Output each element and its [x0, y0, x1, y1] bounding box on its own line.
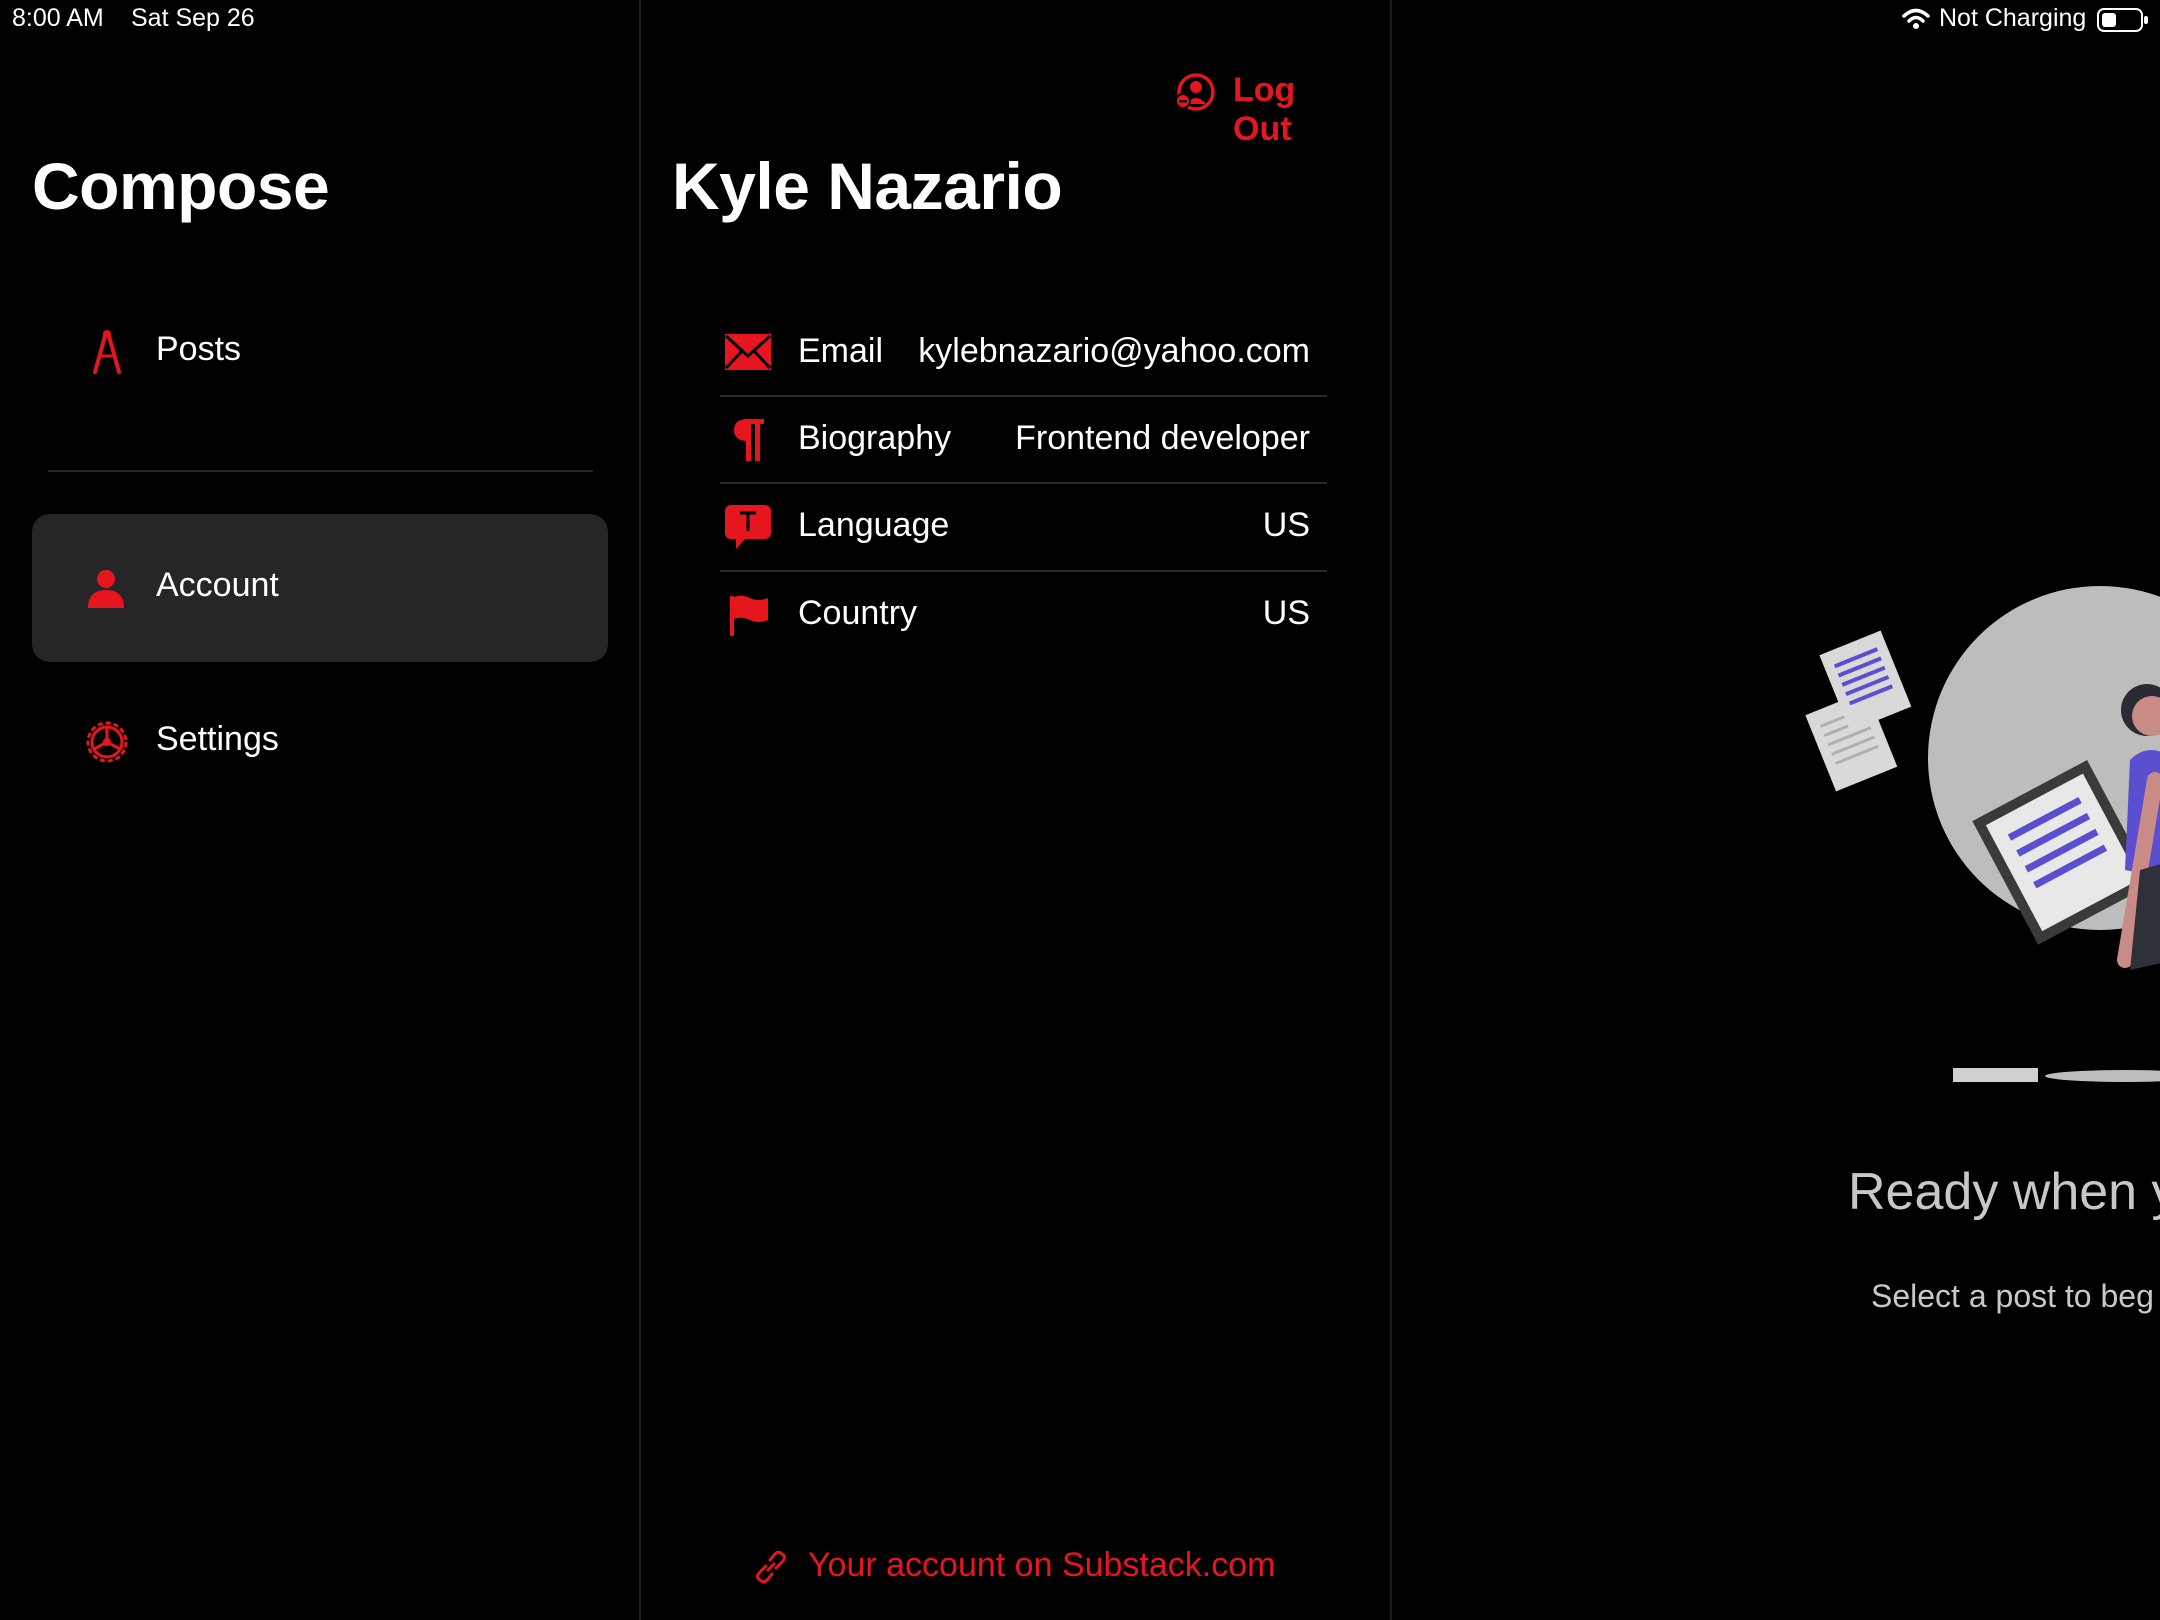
sidebar-item-account[interactable]: Account — [32, 514, 608, 662]
substack-link-label: Your account on Substack.com — [808, 1546, 1276, 1584]
account-row-country[interactable]: Country US — [720, 572, 1327, 658]
status-time: 8:00 AM — [12, 4, 104, 32]
person-icon — [86, 568, 126, 608]
link-icon — [752, 1548, 790, 1586]
column-divider — [639, 0, 641, 1620]
account-row-language[interactable]: Language US — [720, 484, 1327, 570]
sidebar-title: Compose — [32, 149, 330, 223]
logout-label: Log Out — [1233, 71, 1296, 148]
status-date: Sat Sep 26 — [131, 4, 255, 32]
wifi-icon — [1902, 6, 1930, 32]
account-row-biography[interactable]: Biography Frontend developer — [720, 397, 1327, 483]
battery-status-text: Not Charging — [1939, 4, 2087, 32]
gear-icon — [83, 718, 131, 766]
row-label: Country — [798, 594, 918, 632]
row-value: US — [1262, 594, 1310, 632]
row-value: Frontend developer — [1015, 419, 1310, 457]
compass-icon — [90, 328, 124, 374]
text-bubble-icon — [724, 504, 772, 550]
row-value: US — [1262, 506, 1310, 544]
substack-account-link[interactable]: Your account on Substack.com — [750, 1544, 1290, 1590]
sidebar-item-label: Settings — [156, 720, 279, 758]
sidebar-item-settings[interactable]: Settings — [32, 668, 608, 816]
logout-button[interactable]: Log Out — [1172, 68, 1362, 148]
row-label: Biography — [798, 419, 952, 457]
row-label: Email — [798, 332, 884, 370]
sidebar-item-posts[interactable]: Posts — [32, 278, 608, 426]
row-label: Language — [798, 506, 950, 544]
row-value: kylebnazario@yahoo.com — [918, 332, 1310, 370]
sidebar-divider — [48, 470, 593, 472]
empty-state-subtitle: Select a post to beg — [1871, 1278, 2154, 1314]
account-row-email[interactable]: Email kylebnazario@yahoo.com — [720, 310, 1327, 396]
flag-icon — [728, 594, 770, 638]
sidebar-item-label: Posts — [156, 330, 242, 368]
pilcrow-icon — [732, 417, 766, 463]
person-crop-circle-icon — [1174, 72, 1216, 112]
account-name-title: Kyle Nazario — [672, 149, 1063, 223]
empty-state-title: Ready when y — [1848, 1163, 2160, 1221]
envelope-icon — [724, 332, 772, 372]
sidebar-item-label: Account — [156, 566, 279, 604]
battery-icon — [2097, 7, 2149, 33]
empty-state-illustration — [1780, 540, 2160, 1100]
column-divider — [1390, 0, 1392, 1620]
